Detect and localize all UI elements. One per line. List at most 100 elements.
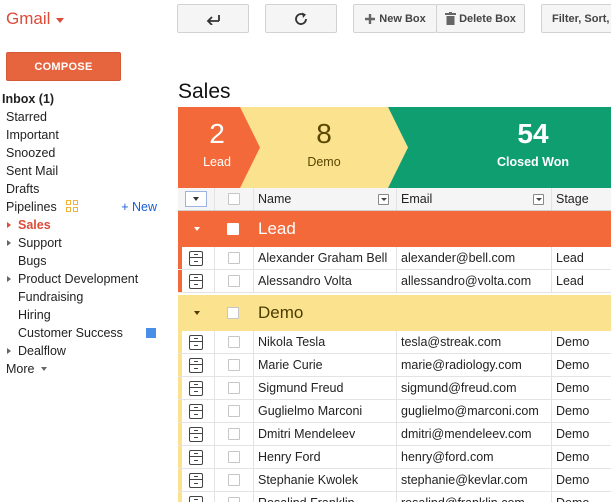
cell-stage[interactable]: Demo bbox=[552, 446, 611, 468]
cell-email[interactable]: alexander@bell.com bbox=[397, 247, 552, 269]
column-menu-icon[interactable] bbox=[533, 194, 544, 205]
sidebar-item-snoozed[interactable]: Snoozed bbox=[0, 144, 170, 162]
cell-email[interactable]: tesla@streak.com bbox=[397, 331, 552, 353]
cell-name[interactable]: Alexander Graham Bell bbox=[254, 247, 397, 269]
box-icon[interactable] bbox=[189, 449, 203, 465]
group-header-demo[interactable]: Demo bbox=[178, 295, 611, 331]
table-row[interactable]: Rosalind Franklin rosalind@franklin.com … bbox=[178, 492, 611, 502]
compose-button[interactable]: COMPOSE bbox=[6, 52, 121, 81]
row-checkbox[interactable] bbox=[228, 336, 240, 348]
cell-stage[interactable]: Demo bbox=[552, 354, 611, 376]
sidebar-item-starred[interactable]: Starred bbox=[0, 108, 170, 126]
new-box-button[interactable]: New Box bbox=[353, 4, 437, 33]
gmail-logo[interactable]: Gmail bbox=[6, 9, 65, 29]
stage-closed-won[interactable]: 54 Closed Won bbox=[440, 119, 611, 170]
cell-stage[interactable]: Demo bbox=[552, 400, 611, 422]
table-row[interactable]: Alessandro Volta allessandro@volta.com L… bbox=[178, 270, 611, 293]
sidebar-item-pipelines[interactable]: Pipelines + New bbox=[0, 198, 170, 216]
row-checkbox[interactable] bbox=[228, 405, 240, 417]
cell-stage[interactable]: Lead bbox=[552, 247, 611, 269]
column-header-name[interactable]: Name bbox=[254, 188, 397, 210]
sidebar-item-product-development[interactable]: Product Development bbox=[0, 270, 170, 288]
table-row[interactable]: Guglielmo Marconi guglielmo@marconi.com … bbox=[178, 400, 611, 423]
expand-arrow-icon[interactable] bbox=[7, 222, 11, 228]
cell-email[interactable]: rosalind@franklin.com bbox=[397, 492, 552, 502]
box-icon[interactable] bbox=[189, 250, 203, 266]
cell-email[interactable]: sigmund@freud.com bbox=[397, 377, 552, 399]
table-row[interactable]: Nikola Tesla tesla@streak.com Demo bbox=[178, 331, 611, 354]
group-select-checkbox[interactable] bbox=[227, 307, 239, 319]
sidebar-item-sent[interactable]: Sent Mail bbox=[0, 162, 170, 180]
cell-name[interactable]: Stephanie Kwolek bbox=[254, 469, 397, 491]
cell-email[interactable]: marie@radiology.com bbox=[397, 354, 552, 376]
row-checkbox[interactable] bbox=[228, 275, 240, 287]
table-row[interactable]: Stephanie Kwolek stephanie@kevlar.com De… bbox=[178, 469, 611, 492]
cell-email[interactable]: henry@ford.com bbox=[397, 446, 552, 468]
sidebar-item-fundraising[interactable]: Fundraising bbox=[0, 288, 170, 306]
table-row[interactable]: Sigmund Freud sigmund@freud.com Demo bbox=[178, 377, 611, 400]
expand-arrow-icon[interactable] bbox=[7, 276, 11, 282]
refresh-button[interactable] bbox=[265, 4, 337, 33]
back-button[interactable] bbox=[177, 4, 249, 33]
cell-name[interactable]: Alessandro Volta bbox=[254, 270, 397, 292]
table-row[interactable]: Henry Ford henry@ford.com Demo bbox=[178, 446, 611, 469]
column-menu-icon[interactable] bbox=[378, 194, 389, 205]
cell-stage[interactable]: Demo bbox=[552, 377, 611, 399]
select-all-checkbox[interactable] bbox=[228, 193, 240, 205]
box-icon[interactable] bbox=[189, 403, 203, 419]
table-row[interactable]: Alexander Graham Bell alexander@bell.com… bbox=[178, 247, 611, 270]
box-icon[interactable] bbox=[189, 273, 203, 289]
table-row[interactable]: Marie Curie marie@radiology.com Demo bbox=[178, 354, 611, 377]
cell-name[interactable]: Dmitri Mendeleev bbox=[254, 423, 397, 445]
cell-name[interactable]: Nikola Tesla bbox=[254, 331, 397, 353]
cell-name[interactable]: Sigmund Freud bbox=[254, 377, 397, 399]
stage-demo[interactable]: 8 Demo bbox=[260, 119, 388, 170]
row-checkbox[interactable] bbox=[228, 359, 240, 371]
cell-name[interactable]: Rosalind Franklin bbox=[254, 492, 397, 502]
cell-name[interactable]: Marie Curie bbox=[254, 354, 397, 376]
box-icon[interactable] bbox=[189, 495, 203, 502]
group-header-lead[interactable]: Lead bbox=[178, 211, 611, 247]
cell-stage[interactable]: Lead bbox=[552, 270, 611, 292]
sidebar-item-support[interactable]: Support bbox=[0, 234, 170, 252]
expand-arrow-icon[interactable] bbox=[7, 348, 11, 354]
sidebar-item-inbox[interactable]: Inbox (1) bbox=[0, 90, 170, 108]
cell-name[interactable]: Henry Ford bbox=[254, 446, 397, 468]
sidebar-item-more[interactable]: More bbox=[0, 360, 170, 378]
row-checkbox[interactable] bbox=[228, 428, 240, 440]
group-select-checkbox[interactable] bbox=[227, 223, 239, 235]
cell-email[interactable]: dmitri@mendeleev.com bbox=[397, 423, 552, 445]
cell-stage[interactable]: Demo bbox=[552, 492, 611, 502]
box-icon[interactable] bbox=[189, 380, 203, 396]
filter-sort-button[interactable]: Filter, Sort, bbox=[541, 4, 611, 33]
box-icon[interactable] bbox=[189, 357, 203, 373]
box-icon[interactable] bbox=[189, 472, 203, 488]
column-header-stage[interactable]: Stage bbox=[552, 188, 611, 210]
delete-box-button[interactable]: Delete Box bbox=[436, 4, 525, 33]
row-checkbox[interactable] bbox=[228, 451, 240, 463]
collapse-arrow-icon[interactable] bbox=[194, 311, 200, 315]
cell-stage[interactable]: Demo bbox=[552, 469, 611, 491]
box-icon[interactable] bbox=[189, 426, 203, 442]
sidebar-item-customer-success[interactable]: Customer Success bbox=[0, 324, 170, 342]
cell-email[interactable]: allessandro@volta.com bbox=[397, 270, 552, 292]
sidebar-item-sales[interactable]: Sales bbox=[0, 216, 170, 234]
cell-email[interactable]: guglielmo@marconi.com bbox=[397, 400, 552, 422]
row-checkbox[interactable] bbox=[228, 497, 240, 502]
sidebar-item-drafts[interactable]: Drafts bbox=[0, 180, 170, 198]
expand-arrow-icon[interactable] bbox=[7, 240, 11, 246]
row-checkbox[interactable] bbox=[228, 252, 240, 264]
cell-name[interactable]: Guglielmo Marconi bbox=[254, 400, 397, 422]
stage-lead[interactable]: 2 Lead bbox=[178, 119, 256, 170]
collapse-arrow-icon[interactable] bbox=[194, 227, 200, 231]
sidebar-item-bugs[interactable]: Bugs bbox=[0, 252, 170, 270]
row-checkbox[interactable] bbox=[228, 382, 240, 394]
sort-menu-button[interactable] bbox=[185, 191, 207, 207]
cell-email[interactable]: stephanie@kevlar.com bbox=[397, 469, 552, 491]
row-checkbox[interactable] bbox=[228, 474, 240, 486]
cell-stage[interactable]: Demo bbox=[552, 331, 611, 353]
column-header-email[interactable]: Email bbox=[397, 188, 552, 210]
box-icon[interactable] bbox=[189, 334, 203, 350]
new-pipeline-link[interactable]: + New bbox=[121, 198, 157, 216]
sidebar-item-important[interactable]: Important bbox=[0, 126, 170, 144]
